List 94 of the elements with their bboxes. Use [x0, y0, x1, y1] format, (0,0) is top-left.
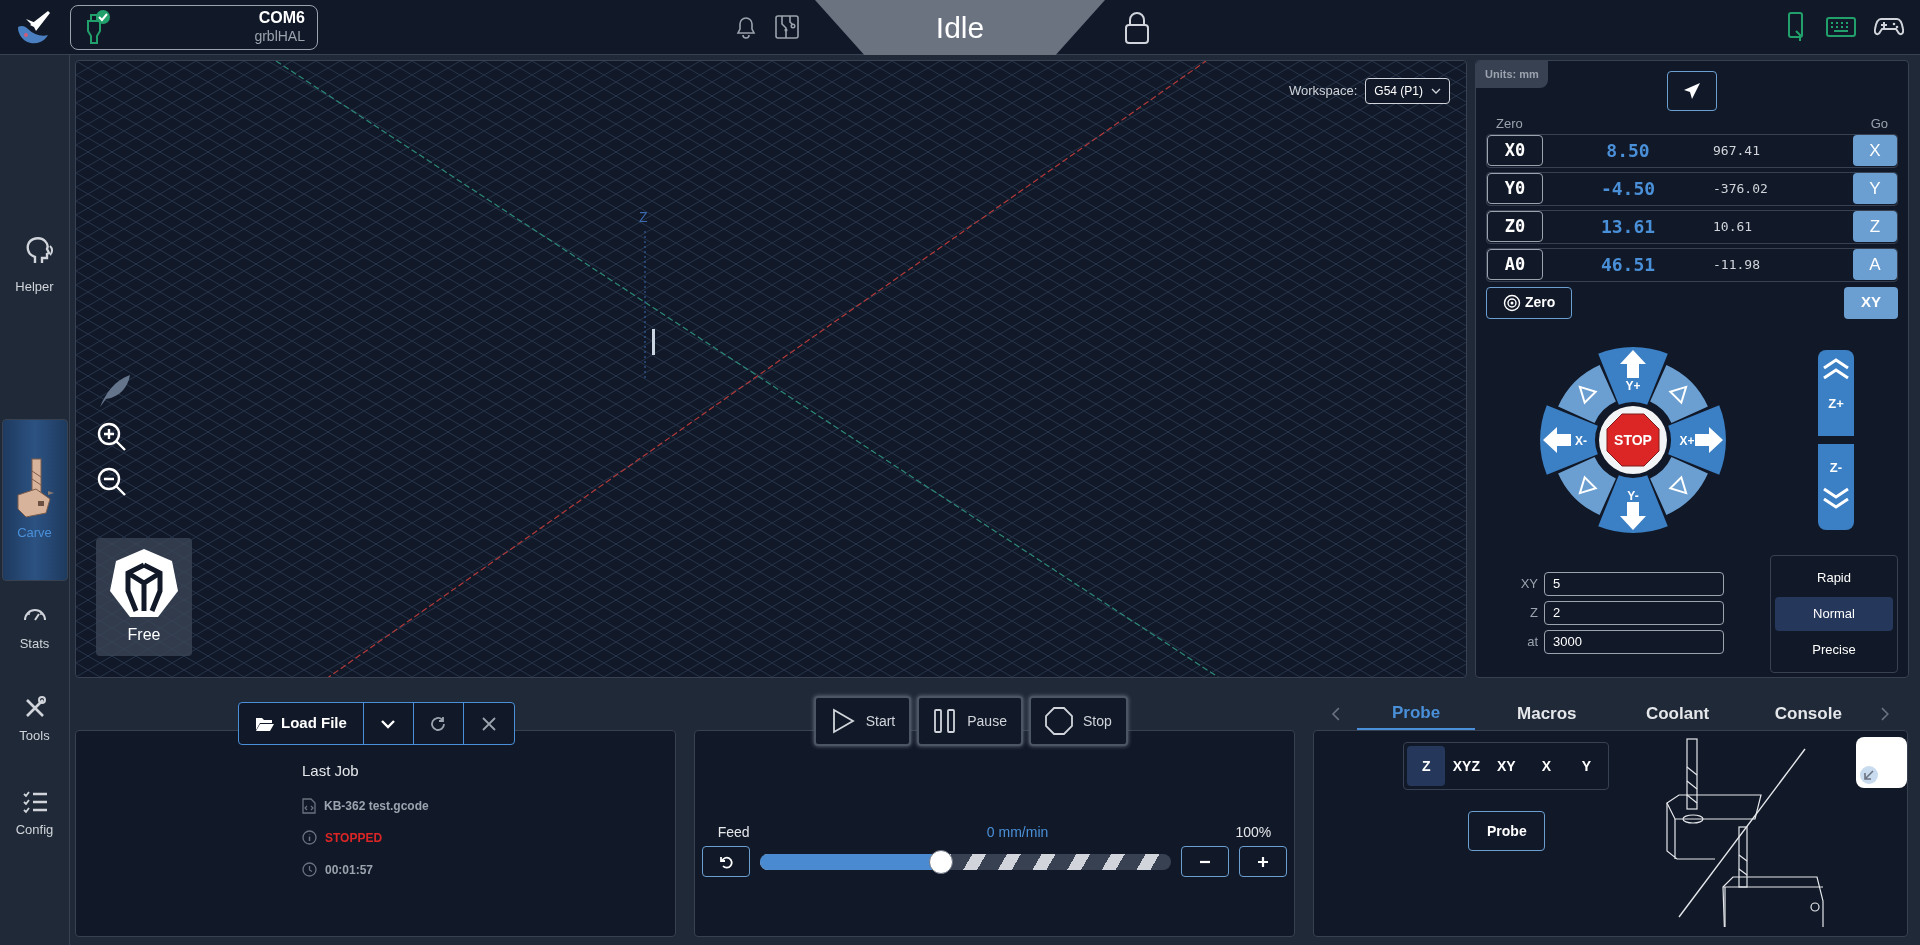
- feed-rate: 0 mm/min: [986, 823, 1049, 842]
- circuit-board-icon[interactable]: [774, 14, 800, 40]
- chevron-down-icon: [380, 718, 397, 729]
- reload-icon: [429, 714, 448, 733]
- code-file-icon: [302, 797, 316, 814]
- zero-axis-button[interactable]: Z0: [1487, 211, 1543, 242]
- speed-option[interactable]: Precise: [1775, 632, 1893, 667]
- decrease-feed-button[interactable]: [1181, 846, 1230, 877]
- chevron-right-icon[interactable]: [1880, 707, 1891, 721]
- keyboard-icon[interactable]: [1826, 17, 1856, 37]
- job-control-button[interactable]: Stop: [1028, 696, 1128, 746]
- axis-label: Z: [639, 208, 648, 227]
- column-header: Go: [1870, 115, 1888, 133]
- field-label: XY: [1519, 574, 1538, 593]
- tab[interactable]: Macros: [1487, 698, 1606, 730]
- feed-percent: 100%: [1235, 823, 1272, 842]
- field-label: Z: [1529, 603, 1538, 622]
- work-position: 46.51: [1599, 253, 1657, 277]
- workspace-dropdown[interactable]: G54 (P1): [1365, 78, 1450, 104]
- firmware-name: grblHAL: [254, 28, 305, 46]
- probe-axis-option[interactable]: Z: [1407, 746, 1446, 786]
- zero-all-button[interactable]: Zero: [1486, 286, 1573, 319]
- machine-position: 10.61: [1713, 217, 1754, 236]
- zoom-in-icon[interactable]: [96, 421, 128, 453]
- notification-bell-icon[interactable]: [735, 15, 757, 39]
- sidebar-item[interactable]: Tools: [1, 683, 68, 755]
- zero-axis-button[interactable]: A0: [1487, 249, 1543, 280]
- jog-z-minus-button[interactable]: Z-: [1818, 443, 1854, 530]
- machine-position: -11.98: [1713, 255, 1761, 274]
- chevron-down-icon: [1431, 88, 1441, 94]
- zero-axis-button[interactable]: Y0: [1487, 173, 1543, 204]
- work-position: 8.50: [1605, 139, 1651, 163]
- job-control-button[interactable]: Pause: [917, 696, 1023, 746]
- pause-icon: [933, 708, 958, 734]
- machine-position: -376.02: [1713, 179, 1769, 198]
- double-chevron-down-icon: [1822, 487, 1850, 509]
- chevron-left-icon[interactable]: [1331, 707, 1342, 721]
- reset-feed-button[interactable]: [701, 846, 750, 877]
- sidebar-item[interactable]: Stats: [1, 591, 68, 663]
- units-badge: Units: mm: [1476, 61, 1548, 88]
- job-state: STOPPED: [325, 829, 383, 847]
- corner-toggle-button[interactable]: [1856, 737, 1907, 788]
- jog-z-plus-button[interactable]: Z+: [1818, 349, 1854, 436]
- sidebar-item[interactable]: Helper: [1, 229, 68, 301]
- zoom-out-icon[interactable]: [96, 466, 128, 498]
- jog-diagonal-button[interactable]: [1558, 456, 1616, 515]
- connection-button[interactable]: COM6 grblHAL: [70, 4, 318, 50]
- target-icon: [1503, 293, 1521, 312]
- file-name: KB-362 test.gcode: [324, 797, 429, 815]
- probe-axis-option[interactable]: Y: [1567, 746, 1606, 786]
- probe-button[interactable]: Probe: [1468, 811, 1546, 851]
- workspace-label: Workspace:: [1288, 82, 1358, 101]
- increase-feed-button[interactable]: [1239, 846, 1288, 877]
- feed-label: Feed: [717, 823, 750, 842]
- input-field[interactable]: 5: [1544, 571, 1724, 596]
- elapsed-time: 00:01:57: [325, 861, 374, 879]
- folder-icon: [255, 715, 275, 732]
- plus-icon: [1256, 854, 1271, 869]
- input-field[interactable]: 3000: [1544, 629, 1724, 654]
- send-button[interactable]: [1667, 71, 1717, 111]
- jog-diagonal-button[interactable]: [1650, 456, 1708, 515]
- paper-plane-icon: [1683, 82, 1701, 100]
- clock-icon: [302, 862, 317, 877]
- info-icon: [302, 830, 317, 845]
- cube-icon: [108, 547, 180, 619]
- probe-axis-option[interactable]: XYZ: [1447, 746, 1486, 786]
- column-header: Zero: [1496, 115, 1523, 133]
- sidebar-item[interactable]: Config: [1, 777, 68, 849]
- field-label: at: [1526, 632, 1538, 651]
- gamepad-icon[interactable]: [1874, 16, 1904, 38]
- double-chevron-up-icon: [1822, 357, 1850, 380]
- job-heading: Last Job: [302, 761, 360, 781]
- camera-view-button[interactable]: Free: [96, 538, 192, 656]
- machine-position: 967.41: [1713, 141, 1761, 160]
- padlock-icon[interactable]: [1124, 11, 1150, 45]
- zero-axis-button[interactable]: X0: [1487, 135, 1543, 166]
- undo-icon: [718, 854, 733, 869]
- octagon-icon: [1044, 707, 1073, 735]
- work-position: -4.50: [1599, 177, 1657, 201]
- probe-axis-option[interactable]: XY: [1487, 746, 1526, 786]
- tab[interactable]: Console: [1749, 698, 1868, 730]
- input-field[interactable]: 2: [1544, 600, 1724, 625]
- jog-diagonal-button[interactable]: [1558, 364, 1616, 423]
- stop-button[interactable]: STOP: [1599, 405, 1667, 474]
- machine-status-banner: Idle: [815, 0, 1105, 55]
- close-icon: [481, 716, 496, 731]
- probe-axis-option[interactable]: X: [1527, 746, 1566, 786]
- tab[interactable]: Coolant: [1618, 698, 1737, 730]
- jog-diagonal-button[interactable]: [1650, 364, 1708, 423]
- job-control-button[interactable]: Start: [813, 696, 912, 746]
- speed-option[interactable]: Normal: [1775, 596, 1893, 631]
- port-name: COM6: [258, 8, 305, 29]
- work-position: 13.61: [1599, 215, 1657, 239]
- speed-option[interactable]: Rapid: [1775, 560, 1893, 595]
